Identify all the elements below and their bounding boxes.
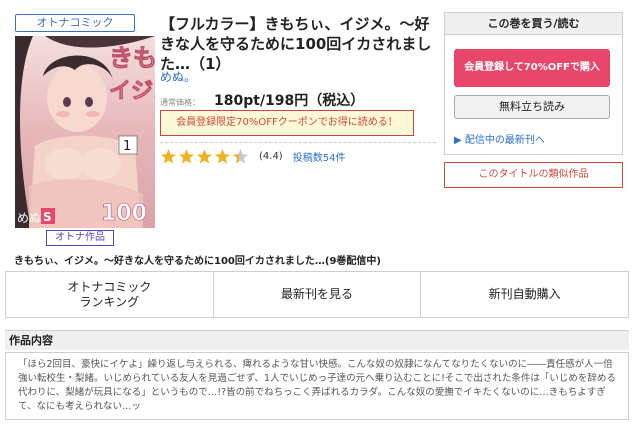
price-value: 180pt/198円（税込） — [214, 93, 365, 109]
latest-volume-button[interactable]: 最新刊を見る — [212, 272, 421, 317]
free-trial-button[interactable]: 無料立ち読み — [454, 95, 610, 119]
page-title: 【フルカラー】きもちぃ、イジメ。～好きな人を守るために100回イカされました…（… — [160, 15, 432, 73]
cover-title-text: きもち — [109, 44, 155, 72]
series-title: きもちぃ、イジメ。～好きな人を守るために100回イカされました…(9巻配信中) — [14, 256, 381, 267]
ranking-label-line1: オトナコミック — [67, 279, 152, 294]
description-text: 「ほら2回目、豪快にイケよ」繰り返し与えられる、痺れるような甘い快感。こんな奴の… — [5, 352, 629, 420]
star-icon — [197, 149, 212, 164]
auto-purchase-button[interactable]: 新刊自動購入 — [420, 272, 628, 317]
section-heading: 作品内容 — [5, 330, 629, 350]
rating-row: (4.4) 投稿数54件 — [160, 148, 345, 165]
latest-volume-link[interactable]: ▶ 配信中の最新刊へ — [454, 131, 545, 146]
ranking-label-line2: ランキング — [79, 294, 140, 309]
divider — [160, 142, 436, 143]
book-cover[interactable]: きもち イジメ。 1 100 めぬ S — [15, 36, 155, 228]
star-rating — [160, 148, 249, 165]
author-link[interactable]: めぬ。 — [160, 68, 196, 85]
svg-text:100: 100 — [101, 201, 147, 226]
rating-score: (4.4) — [259, 151, 283, 162]
category-badge: オトナコミック — [15, 14, 135, 32]
price-label: 通常価格： — [160, 98, 200, 107]
register-purchase-button[interactable]: 会員登録して70%OFFで購入 — [454, 49, 610, 87]
buy-panel: この巻を買う/読む 会員登録して70%OFFで購入 無料立ち読み ▶ 配信中の最… — [444, 12, 623, 155]
publisher-logo: S — [43, 210, 52, 224]
svg-text:イジメ。: イジメ。 — [109, 79, 155, 104]
star-icon — [179, 149, 194, 164]
similar-titles-button[interactable]: このタイトルの類似作品 — [444, 162, 623, 188]
cover-volume-number: 1 — [123, 139, 131, 154]
cover-illustration: きもち イジメ。 1 100 めぬ S — [15, 36, 155, 228]
coupon-banner[interactable]: 会員登録限定70%OFFクーポンでお得に読める！ — [160, 110, 414, 136]
star-icon — [233, 149, 248, 164]
star-icon — [215, 149, 230, 164]
adult-badge: オトナ作品 — [46, 230, 114, 246]
star-icon — [161, 149, 176, 164]
buy-panel-header: この巻を買う/読む — [445, 13, 622, 35]
price-row: 通常価格： 180pt/198円（税込） — [160, 90, 364, 110]
cover-author-text: めぬ — [17, 211, 41, 225]
action-nav: オトナコミック ランキング 最新刊を見る 新刊自動購入 — [5, 271, 629, 318]
review-count-link[interactable]: 投稿数54件 — [293, 149, 346, 164]
ranking-button[interactable]: オトナコミック ランキング — [6, 272, 213, 317]
